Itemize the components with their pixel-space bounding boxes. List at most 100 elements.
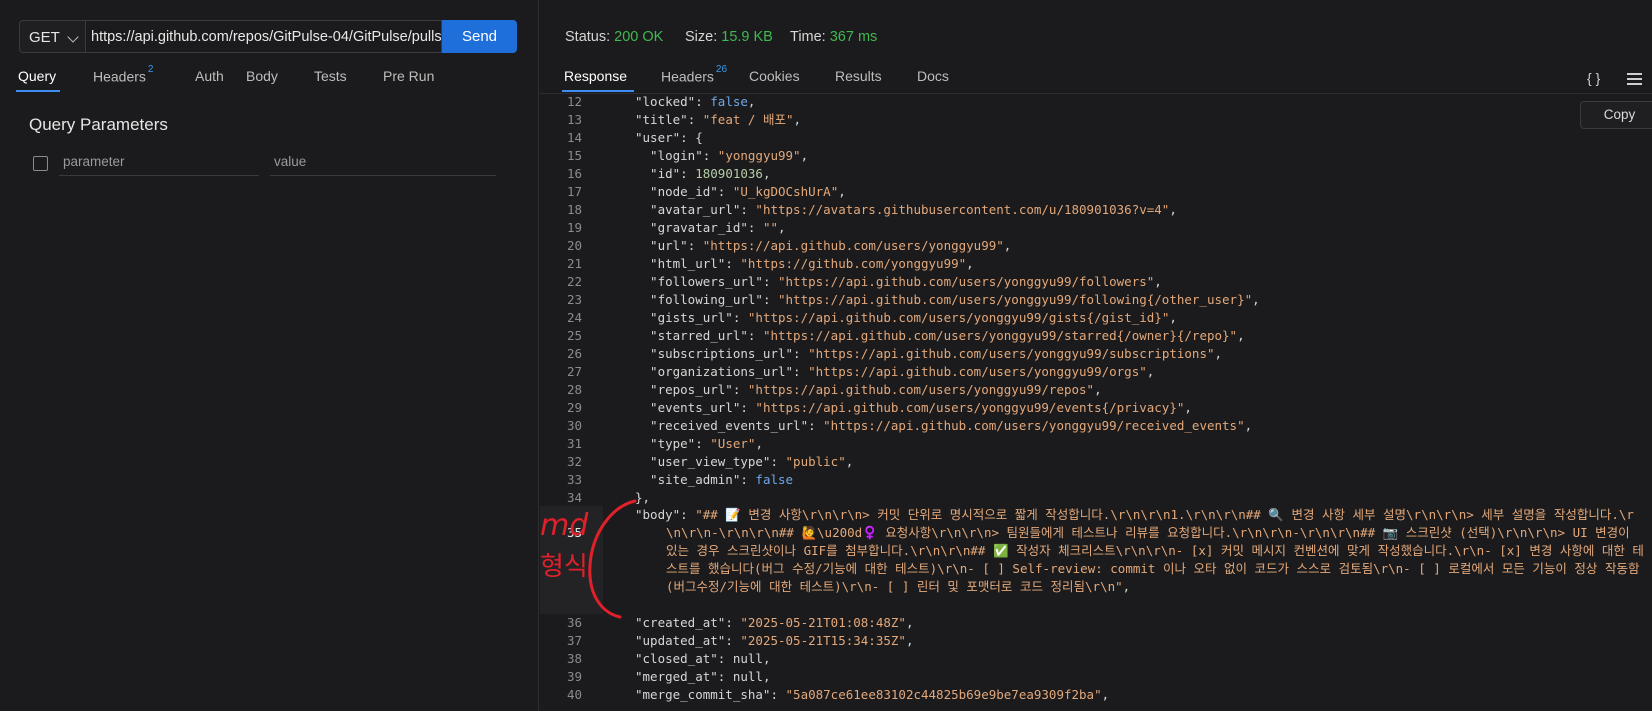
line-number: 40	[566, 687, 582, 702]
code-line: 25 "starred_url": "https://api.github.co…	[540, 327, 1640, 345]
active-tab-underline	[16, 90, 60, 92]
code-line: 20 "url": "https://api.github.com/users/…	[540, 237, 1640, 255]
line-text: "site_admin": false	[635, 472, 794, 487]
body-key: "body"	[635, 507, 681, 522]
line-text: "subscriptions_url": "https://api.github…	[635, 346, 1223, 361]
param-name-input[interactable]: parameter	[59, 150, 259, 176]
code-line: 30 "received_events_url": "https://api.g…	[540, 417, 1640, 435]
line-number: 28	[566, 382, 582, 397]
line-number: 33	[566, 472, 582, 487]
code-line: 14 "user": {	[540, 129, 1640, 147]
tab-results[interactable]: Results	[835, 68, 882, 84]
line-text: "title": "feat / 배포",	[635, 112, 802, 127]
line-text: "events_url": "https://api.github.com/us…	[635, 400, 1192, 415]
param-value-input[interactable]: value	[270, 150, 496, 176]
tab-cookies[interactable]: Cookies	[749, 68, 800, 84]
tab-docs[interactable]: Docs	[917, 68, 949, 84]
request-pane: GET https://api.github.com/repos/GitPuls…	[0, 0, 539, 711]
tab-body[interactable]: Body	[246, 68, 278, 84]
tab-tests[interactable]: Tests	[314, 68, 347, 84]
line-text: "locked": false,	[635, 94, 756, 109]
line-text: "merged_at": null,	[635, 669, 771, 684]
line-text: "closed_at": null,	[635, 651, 771, 666]
code-line: 17 "node_id": "U_kgDOCshUrA",	[540, 183, 1640, 201]
code-line: 13 "title": "feat / 배포",	[540, 111, 1640, 129]
menu-icon[interactable]	[1627, 73, 1642, 88]
line-text: "followers_url": "https://api.github.com…	[635, 274, 1162, 289]
braces-icon[interactable]: { }	[1587, 70, 1600, 86]
line-number: 25	[566, 328, 582, 343]
line-text: "login": "yonggyu99",	[635, 148, 809, 163]
line-text: "starred_url": "https://api.github.com/u…	[635, 328, 1245, 343]
size-value: 15.9 KB	[721, 29, 773, 45]
line-text: "received_events_url": "https://api.gith…	[635, 418, 1253, 433]
line-text: "avatar_url": "https://avatars.githubuse…	[635, 202, 1177, 217]
line-number: 27	[566, 364, 582, 379]
tab-query[interactable]: Query	[18, 68, 56, 84]
line-text: "html_url": "https://github.com/yonggyu9…	[635, 256, 974, 271]
param-checkbox[interactable]	[33, 156, 48, 171]
tab-label: Pre Run	[383, 68, 435, 84]
tab-label: Query	[18, 68, 57, 84]
tab-badge: 26	[715, 64, 728, 75]
tab-label: Docs	[917, 68, 949, 84]
line-text: "merge_commit_sha": "5a087ce61ee83102c44…	[635, 687, 1110, 702]
tab-label: Response	[564, 68, 628, 84]
body-trail: ,	[1122, 579, 1131, 594]
line-number: 21	[566, 256, 582, 271]
line-text: "following_url": "https://api.github.com…	[635, 292, 1260, 307]
line-text: "id": 180901036,	[635, 166, 771, 181]
line-text: "updated_at": "2025-05-21T15:34:35Z",	[635, 633, 914, 648]
code-line: 37 "updated_at": "2025-05-21T15:34:35Z",	[540, 632, 1640, 650]
method-value: GET	[29, 29, 60, 46]
line-number: 31	[566, 436, 582, 451]
line-number: 24	[566, 310, 582, 325]
code-line: 29 "events_url": "https://api.github.com…	[540, 399, 1640, 417]
tab-response[interactable]: Response	[564, 68, 627, 84]
send-button[interactable]: Send	[442, 20, 517, 53]
code-line: 36 "created_at": "2025-05-21T01:08:48Z",	[540, 614, 1640, 632]
line-text: "type": "User",	[635, 436, 763, 451]
query-parameters-title: Query Parameters	[29, 115, 168, 134]
tab-label: Body	[246, 68, 278, 84]
line-number: 38	[566, 651, 582, 666]
code-line: 33 "site_admin": false	[540, 471, 1640, 489]
line-number: 36	[566, 615, 582, 630]
line-number: 32	[566, 454, 582, 469]
tab-label: Headers	[661, 68, 714, 85]
line-number: 35	[566, 525, 582, 540]
status-label: Status:	[565, 29, 611, 45]
tab-auth[interactable]: Auth	[195, 68, 224, 84]
code-line: 34},	[540, 489, 1640, 507]
body-value: "## 📝 변경 사항\r\n\r\n> 커밋 단위로 명시적으로 짧게 작성합…	[666, 507, 1644, 594]
tab-label: Tests	[314, 68, 347, 84]
line-number: 12	[566, 94, 582, 109]
line-text: "node_id": "U_kgDOCshUrA",	[635, 184, 846, 199]
tab-headers[interactable]: Headers 2	[93, 64, 153, 85]
code-line: 32 "user_view_type": "public",	[540, 453, 1640, 471]
code-line-body: "body": "## 📝 변경 사항\r\n\r\n> 커밋 단위로 명시적으…	[635, 507, 1644, 594]
line-text: "created_at": "2025-05-21T01:08:48Z",	[635, 615, 914, 630]
response-pane: Status: 200 OK Size: 15.9 KB Time: 367 ms R…	[540, 0, 1652, 711]
time-readout: Time: 367 ms	[790, 29, 877, 45]
line-text: "url": "https://api.github.com/users/yon…	[635, 238, 1012, 253]
line-number: 22	[566, 274, 582, 289]
line-text: "user": {	[635, 130, 703, 145]
tab-badge: 2	[147, 64, 154, 75]
url-input[interactable]: https://api.github.com/repos/GitPulse-04…	[85, 20, 442, 53]
tab-headers[interactable]: Headers 26	[661, 64, 727, 85]
response-body-viewer[interactable]: 12 "locked": false, 13 "title": "feat / 배포"…	[540, 93, 1652, 711]
tab-pre-run[interactable]: Pre Run	[383, 68, 434, 84]
line-text: "repos_url": "https://api.github.com/use…	[635, 382, 1102, 397]
copy-button[interactable]: Copy	[1580, 101, 1652, 129]
line-text: "user_view_type": "public",	[635, 454, 854, 469]
code-line: 40 "merge_commit_sha": "5a087ce61ee83102c…	[540, 686, 1640, 704]
method-select[interactable]: GET	[19, 20, 85, 53]
code-line: 23 "following_url": "https://api.github.…	[540, 291, 1640, 309]
code-line: 24 "gists_url": "https://api.github.com/…	[540, 309, 1640, 327]
code-line: 22 "followers_url": "https://api.github.…	[540, 273, 1640, 291]
line-number: 19	[566, 220, 582, 235]
code-line: 39 "merged_at": null,	[540, 668, 1640, 686]
line-text: },	[635, 490, 651, 505]
line-number: 23	[566, 292, 582, 307]
